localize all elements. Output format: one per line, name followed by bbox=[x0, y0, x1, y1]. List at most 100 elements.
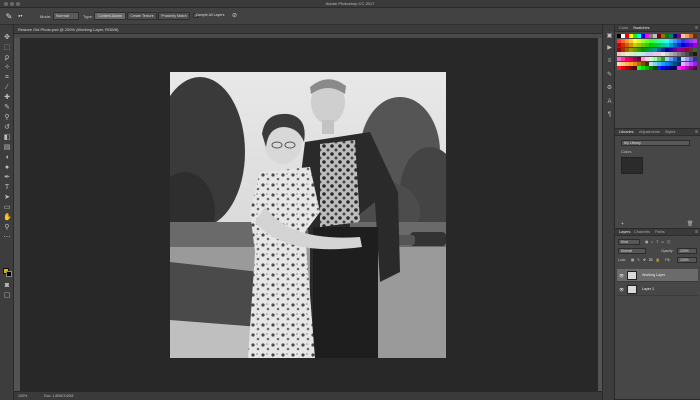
color-swatch[interactable] bbox=[693, 52, 697, 57]
tab-channels[interactable]: Channels bbox=[634, 230, 650, 234]
layer-name: Working Layer bbox=[642, 273, 666, 277]
library-section-title[interactable]: Colors bbox=[621, 150, 631, 154]
library-color-thumbnail[interactable] bbox=[621, 157, 643, 174]
mode-select[interactable]: Normal bbox=[53, 12, 79, 20]
path-select-tool-icon[interactable]: ➤ bbox=[3, 194, 11, 202]
opacity-label: Opacity: bbox=[661, 249, 674, 253]
opacity-input[interactable]: 100% bbox=[677, 248, 697, 254]
mode-label: Mode: bbox=[40, 14, 52, 19]
library-select[interactable]: My Library bbox=[621, 140, 690, 146]
brush-tool-icon[interactable]: ✎ bbox=[3, 104, 11, 112]
healing-brush-tool-icon[interactable]: ✚ bbox=[3, 94, 11, 102]
content-aware-button[interactable]: Content-Aware bbox=[94, 12, 126, 20]
dodge-tool-icon[interactable]: ● bbox=[3, 164, 11, 172]
blend-mode-select[interactable]: Normal bbox=[618, 248, 646, 254]
gradient-tool-icon[interactable]: ▤ bbox=[3, 144, 11, 152]
actions-panel-icon[interactable]: ▶ bbox=[606, 45, 613, 52]
clone-stamp-tool-icon[interactable]: ⚲ bbox=[3, 114, 11, 122]
document-tab-label: Restore Old Photo.psd @ 200% (Working La… bbox=[18, 27, 119, 32]
color-swatch[interactable] bbox=[693, 66, 697, 71]
panel-icon-strip: ▣ ▶ ≡ ✎ ⚙ A ¶ bbox=[602, 25, 615, 400]
zoom-tool-icon[interactable]: ⚲ bbox=[3, 224, 11, 232]
visibility-eye-icon[interactable]: 👁 bbox=[619, 273, 624, 278]
history-panel-icon[interactable]: ▣ bbox=[606, 33, 613, 40]
history-brush-tool-icon[interactable]: ↺ bbox=[3, 124, 11, 132]
type-label: Type: bbox=[83, 14, 93, 19]
clone-source-icon[interactable]: ⚙ bbox=[606, 85, 613, 92]
panel-menu-icon[interactable]: ≡ bbox=[695, 129, 698, 135]
panel-menu-icon[interactable]: ≡ bbox=[695, 25, 698, 31]
screen-mode-icon[interactable]: ▢ bbox=[3, 292, 11, 300]
layer-filter-icons[interactable]: ▣ ◐ T ▭ ◫ bbox=[645, 240, 671, 244]
delete-library-item-icon[interactable]: 🗑 bbox=[687, 221, 693, 227]
blur-tool-icon[interactable]: ◖ bbox=[3, 154, 11, 162]
create-texture-button[interactable]: Create Texture bbox=[127, 12, 157, 20]
layer-row-working-layer[interactable]: 👁 Working Layer bbox=[617, 269, 698, 282]
layer-row-layer-1[interactable]: 👁 Layer 1 bbox=[617, 283, 698, 296]
layer-filter-kind[interactable]: Kind bbox=[618, 239, 640, 245]
options-bar: ✎ ●▾ Mode: Normal Type: Content-Aware Cr… bbox=[0, 8, 700, 25]
eyedropper-tool-icon[interactable]: ⁄ bbox=[3, 84, 11, 92]
add-to-library-icon[interactable]: + bbox=[621, 221, 624, 227]
lasso-tool-icon[interactable]: ϼ bbox=[3, 54, 11, 62]
crop-tool-icon[interactable]: ⌗ bbox=[3, 74, 11, 82]
shape-tool-icon[interactable]: ▭ bbox=[3, 204, 11, 212]
tab-adjustments[interactable]: Adjustments bbox=[639, 130, 660, 134]
sample-all-layers-label: Sample All Layers bbox=[195, 13, 225, 17]
old-photo-image bbox=[170, 72, 446, 358]
fill-input[interactable]: 100% bbox=[677, 257, 697, 263]
tools-panel: ✥ ⬚ ϼ ✧ ⌗ ⁄ ✚ ✎ ⚲ ↺ ◧ ▤ ◖ ● ✒ T ➤ ▭ ✋ ⚲ … bbox=[0, 25, 14, 400]
eraser-tool-icon[interactable]: ◧ bbox=[3, 134, 11, 142]
proximity-match-button[interactable]: Proximity Match bbox=[158, 12, 190, 20]
document-tab[interactable]: Restore Old Photo.psd @ 200% (Working La… bbox=[14, 25, 602, 34]
lock-icons[interactable]: ▦ ✎ ✥ ⌧ 🔒 bbox=[631, 258, 661, 262]
tab-paths[interactable]: Paths bbox=[655, 230, 665, 234]
title-bar: Adobe Photoshop CC 2017 bbox=[0, 0, 700, 8]
type-tool-icon[interactable]: T bbox=[3, 184, 11, 192]
brush-settings-icon[interactable]: ✎ bbox=[606, 72, 613, 79]
quick-select-tool-icon[interactable]: ✧ bbox=[3, 64, 11, 72]
tab-layers[interactable]: Layers bbox=[619, 230, 630, 234]
properties-panel-icon[interactable]: ≡ bbox=[606, 58, 613, 65]
photo-canvas[interactable] bbox=[170, 72, 446, 358]
color-swatch[interactable] bbox=[693, 47, 697, 52]
tab-swatches[interactable]: Swatches bbox=[633, 26, 649, 30]
lock-label: Lock: bbox=[618, 258, 627, 262]
zoom-level[interactable]: 100% bbox=[18, 394, 27, 398]
edit-toolbar-icon[interactable]: ⋯ bbox=[3, 234, 11, 242]
brush-size-icon[interactable]: ●▾ bbox=[18, 13, 22, 18]
character-panel-icon[interactable]: A bbox=[606, 99, 613, 106]
marquee-tool-icon[interactable]: ⬚ bbox=[3, 44, 11, 52]
background-color-swatch[interactable] bbox=[6, 271, 12, 277]
tab-color[interactable]: Color bbox=[619, 26, 628, 30]
layers-panel-tabs: Layers Channels Paths ≡ bbox=[615, 229, 700, 236]
hand-tool-icon[interactable]: ✋ bbox=[3, 214, 12, 222]
layers-panel: Layers Channels Paths ≡ Kind ▣ ◐ T ▭ ◫ N… bbox=[615, 229, 700, 400]
pen-tool-icon[interactable]: ✒ bbox=[3, 174, 11, 182]
color-swatch[interactable] bbox=[693, 61, 697, 66]
libraries-panel-tabs: Libraries Adjustments Styles ≡ bbox=[615, 129, 700, 136]
panel-menu-icon[interactable]: ≡ bbox=[695, 229, 698, 235]
color-swatch[interactable] bbox=[693, 34, 697, 38]
doc-size-info[interactable]: Doc: 1.80M/3.60M bbox=[44, 394, 73, 398]
tab-libraries[interactable]: Libraries bbox=[619, 130, 634, 134]
color-swatch[interactable] bbox=[693, 43, 697, 48]
pressure-icon[interactable]: ⊘ bbox=[232, 12, 237, 19]
quick-mask-icon[interactable]: ◙ bbox=[3, 282, 11, 290]
swatches-panel-tabs: Color Swatches ≡ bbox=[615, 25, 700, 32]
spot-healing-brush-icon[interactable]: ✎ bbox=[4, 12, 14, 21]
layer-thumbnail bbox=[627, 271, 637, 280]
paragraph-panel-icon[interactable]: ¶ bbox=[606, 112, 613, 119]
color-swatch[interactable] bbox=[693, 57, 697, 61]
fill-label: Fill: bbox=[665, 258, 671, 262]
swatches-panel: Color Swatches ≡ bbox=[615, 25, 700, 129]
visibility-eye-icon[interactable]: 👁 bbox=[619, 287, 624, 292]
color-swatch[interactable] bbox=[693, 38, 697, 43]
app-title: Adobe Photoshop CC 2017 bbox=[325, 1, 375, 6]
layer-name: Layer 1 bbox=[642, 287, 654, 291]
status-bar: 100% Doc: 1.80M/3.60M bbox=[14, 391, 602, 400]
move-tool-icon[interactable]: ✥ bbox=[3, 34, 11, 42]
layer-thumbnail bbox=[627, 285, 637, 294]
tab-styles[interactable]: Styles bbox=[665, 130, 675, 134]
libraries-panel: Libraries Adjustments Styles ≡ My Librar… bbox=[615, 129, 700, 229]
